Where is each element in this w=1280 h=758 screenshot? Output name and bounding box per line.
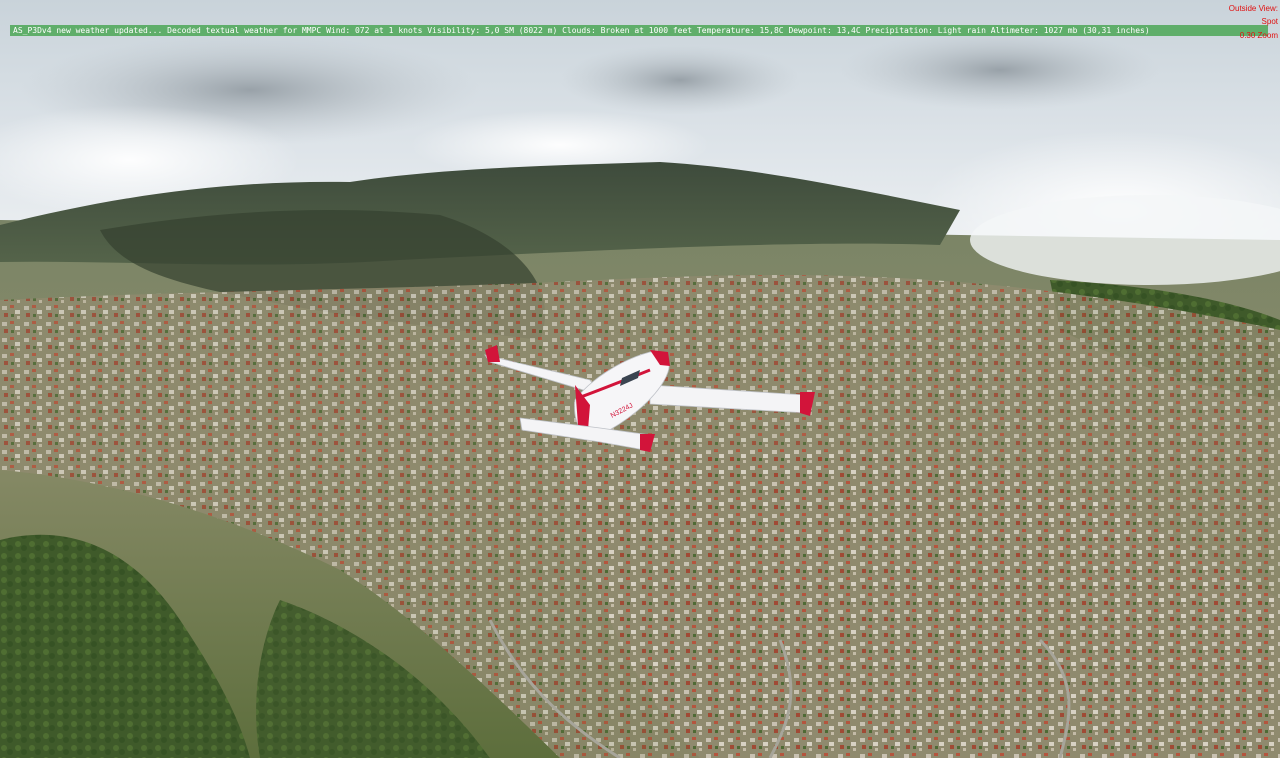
- view-mode-label: Outside View:: [1228, 4, 1278, 13]
- flight-sim-viewport[interactable]: N3224J AS_P3Dv4 new weather updated... D…: [0, 0, 1280, 758]
- weather-message-text: AS_P3Dv4 new weather updated... Decoded …: [13, 26, 1150, 35]
- zoom-level-label: 0.30 Zoom: [1239, 31, 1278, 40]
- scenery: N3224J: [0, 0, 1280, 758]
- weather-message-bar: AS_P3Dv4 new weather updated... Decoded …: [10, 25, 1268, 36]
- view-info-overlay: Outside View: Spot 0.30 Zoom: [1229, 2, 1278, 42]
- view-type-label: Spot: [1261, 17, 1278, 26]
